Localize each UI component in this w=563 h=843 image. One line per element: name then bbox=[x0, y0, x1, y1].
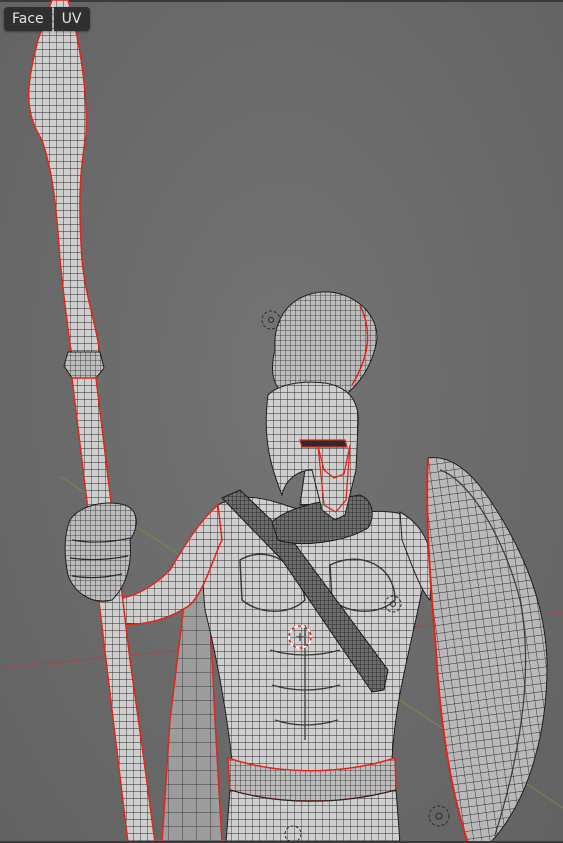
empty-object-icon[interactable] bbox=[428, 805, 450, 827]
3d-viewport[interactable]: Face UV bbox=[0, 0, 563, 843]
hand-mesh[interactable] bbox=[64, 502, 137, 602]
empty-object-icon[interactable] bbox=[261, 310, 281, 330]
face-select-menu[interactable]: Face bbox=[4, 7, 52, 31]
viewport-header-menus: Face UV bbox=[4, 7, 90, 31]
helmet-eye-slot bbox=[299, 439, 348, 448]
uv-menu[interactable]: UV bbox=[53, 7, 90, 31]
viewport-scene[interactable] bbox=[0, 0, 563, 843]
spear-blade-mesh[interactable] bbox=[28, 0, 101, 359]
spear-collar-mesh bbox=[63, 351, 105, 379]
